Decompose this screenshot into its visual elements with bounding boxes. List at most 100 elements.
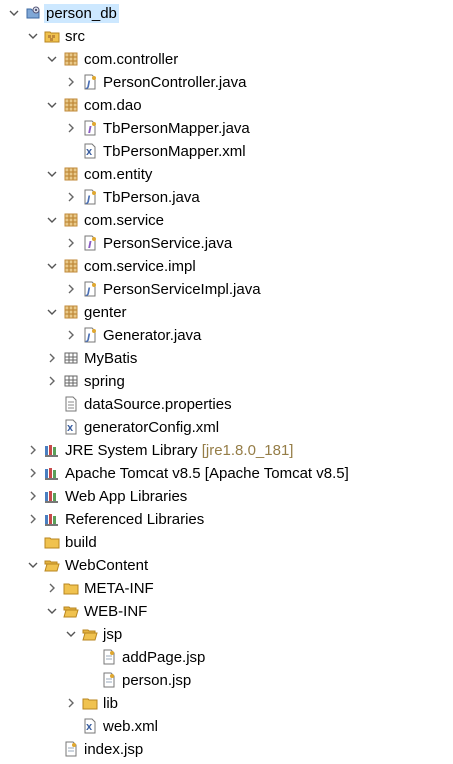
package-icon xyxy=(63,166,79,182)
tree-item-label: spring xyxy=(84,373,125,390)
jsp-file-icon xyxy=(101,672,117,688)
tree-item-label: MyBatis xyxy=(84,350,138,367)
expand-arrow-icon[interactable] xyxy=(45,351,59,365)
expand-arrow-icon[interactable] xyxy=(45,581,59,595)
tree-item[interactable]: person_db xyxy=(0,2,453,25)
tree-item[interactable]: I TbPersonMapper.java xyxy=(0,117,453,140)
tree-item[interactable]: I PersonService.java xyxy=(0,232,453,255)
tree-item[interactable]: jsp xyxy=(0,623,453,646)
tree-item[interactable]: Xweb.xml xyxy=(0,715,453,738)
expand-arrow-icon[interactable] xyxy=(26,489,40,503)
tree-item[interactable]: index.jsp xyxy=(0,738,453,761)
tree-item-label: TbPersonMapper.java xyxy=(103,120,250,137)
collapse-arrow-icon[interactable] xyxy=(45,259,59,273)
java-file-icon: J xyxy=(82,189,98,205)
tree-item[interactable]: com.dao xyxy=(0,94,453,117)
folder-package-icon xyxy=(63,350,79,366)
package-icon xyxy=(63,304,79,320)
tree-item[interactable]: dataSource.properties xyxy=(0,393,453,416)
tree-item[interactable]: X TbPersonMapper.xml xyxy=(0,140,453,163)
folder-icon xyxy=(63,580,79,596)
tree-item-label: PersonServiceImpl.java xyxy=(103,281,261,298)
tree-item[interactable]: com.entity xyxy=(0,163,453,186)
tree-item-label: genter xyxy=(84,304,127,321)
expand-arrow-icon[interactable] xyxy=(64,121,78,135)
collapse-arrow-icon[interactable] xyxy=(45,213,59,227)
tree-item[interactable]: person.jsp xyxy=(0,669,453,692)
tree-item[interactable]: Apache Tomcat v8.5 [Apache Tomcat v8.5] xyxy=(0,462,453,485)
tree-item-decoration: [jre1.8.0_181] xyxy=(197,442,294,459)
collapse-arrow-icon[interactable] xyxy=(45,604,59,618)
svg-text:X: X xyxy=(67,424,74,433)
expand-arrow-icon[interactable] xyxy=(45,374,59,388)
tree-item[interactable]: J PersonController.java xyxy=(0,71,453,94)
collapse-arrow-icon[interactable] xyxy=(45,98,59,112)
collapse-arrow-icon[interactable] xyxy=(26,558,40,572)
expand-arrow-icon[interactable] xyxy=(26,443,40,457)
tree-item[interactable]: src xyxy=(0,25,453,48)
tree-item-label: lib xyxy=(103,695,119,712)
expand-arrow-icon[interactable] xyxy=(64,696,78,710)
expand-arrow-icon[interactable] xyxy=(64,236,78,250)
collapse-arrow-icon[interactable] xyxy=(26,29,40,43)
collapse-arrow-icon[interactable] xyxy=(45,305,59,319)
tree-item-label: WebContent xyxy=(65,557,149,574)
tree-item-label: build xyxy=(65,534,97,551)
tree-item-label: dataSource.properties xyxy=(84,396,232,413)
package-icon xyxy=(63,97,79,113)
tree-item[interactable]: WebContent xyxy=(0,554,453,577)
tree-item-label: TbPerson.java xyxy=(103,189,200,206)
collapse-arrow-icon[interactable] xyxy=(7,6,21,20)
tree-item-label: web.xml xyxy=(103,718,159,735)
tree-item[interactable]: com.service xyxy=(0,209,453,232)
tree-item[interactable]: spring xyxy=(0,370,453,393)
library-icon xyxy=(44,488,60,504)
xml-file-icon: X xyxy=(82,718,98,734)
package-icon xyxy=(63,212,79,228)
expand-arrow-icon[interactable] xyxy=(64,190,78,204)
expand-arrow-icon[interactable] xyxy=(26,512,40,526)
tree-item-label: com.dao xyxy=(84,97,142,114)
folder-open-icon xyxy=(63,603,79,619)
tree-item[interactable]: XgeneratorConfig.xml xyxy=(0,416,453,439)
tree-item[interactable]: com.controller xyxy=(0,48,453,71)
java-file-icon: J xyxy=(82,281,98,297)
collapse-arrow-icon[interactable] xyxy=(45,52,59,66)
tree-item-label: addPage.jsp xyxy=(122,649,206,666)
library-icon xyxy=(44,465,60,481)
collapse-arrow-icon[interactable] xyxy=(64,627,78,641)
folder-icon xyxy=(44,534,60,550)
tree-item[interactable]: com.service.impl xyxy=(0,255,453,278)
tree-item[interactable]: lib xyxy=(0,692,453,715)
svg-text:I: I xyxy=(88,125,92,136)
tree-item[interactable]: META-INF xyxy=(0,577,453,600)
tree-item[interactable]: addPage.jsp xyxy=(0,646,453,669)
tree-item[interactable]: MyBatis xyxy=(0,347,453,370)
tree-item[interactable]: genter xyxy=(0,301,453,324)
tree-item[interactable]: J TbPerson.java xyxy=(0,186,453,209)
properties-file-icon xyxy=(63,396,79,412)
tree-item-label: com.service xyxy=(84,212,165,229)
tree-item[interactable]: build xyxy=(0,531,453,554)
project-icon xyxy=(25,5,41,21)
expand-arrow-icon[interactable] xyxy=(64,328,78,342)
project-explorer-tree: person_db src com.controller J PersonControl… xyxy=(0,0,453,764)
tree-item[interactable]: J Generator.java xyxy=(0,324,453,347)
tree-item[interactable]: JRE System Library [jre1.8.0_181] xyxy=(0,439,453,462)
collapse-arrow-icon[interactable] xyxy=(45,167,59,181)
expand-arrow-icon[interactable] xyxy=(64,75,78,89)
tree-item-label: Web App Libraries xyxy=(65,488,188,505)
tree-item-label: com.entity xyxy=(84,166,153,183)
java-file-icon: J xyxy=(82,74,98,90)
expand-arrow-icon[interactable] xyxy=(26,466,40,480)
tree-item[interactable]: WEB-INF xyxy=(0,600,453,623)
tree-item[interactable]: Referenced Libraries xyxy=(0,508,453,531)
tree-item-label: com.service.impl xyxy=(84,258,196,275)
tree-item[interactable]: Web App Libraries xyxy=(0,485,453,508)
folder-icon xyxy=(82,695,98,711)
folder-open-icon xyxy=(82,626,98,642)
folder-package-icon xyxy=(63,373,79,389)
package-icon xyxy=(63,258,79,274)
tree-item[interactable]: J PersonServiceImpl.java xyxy=(0,278,453,301)
expand-arrow-icon[interactable] xyxy=(64,282,78,296)
